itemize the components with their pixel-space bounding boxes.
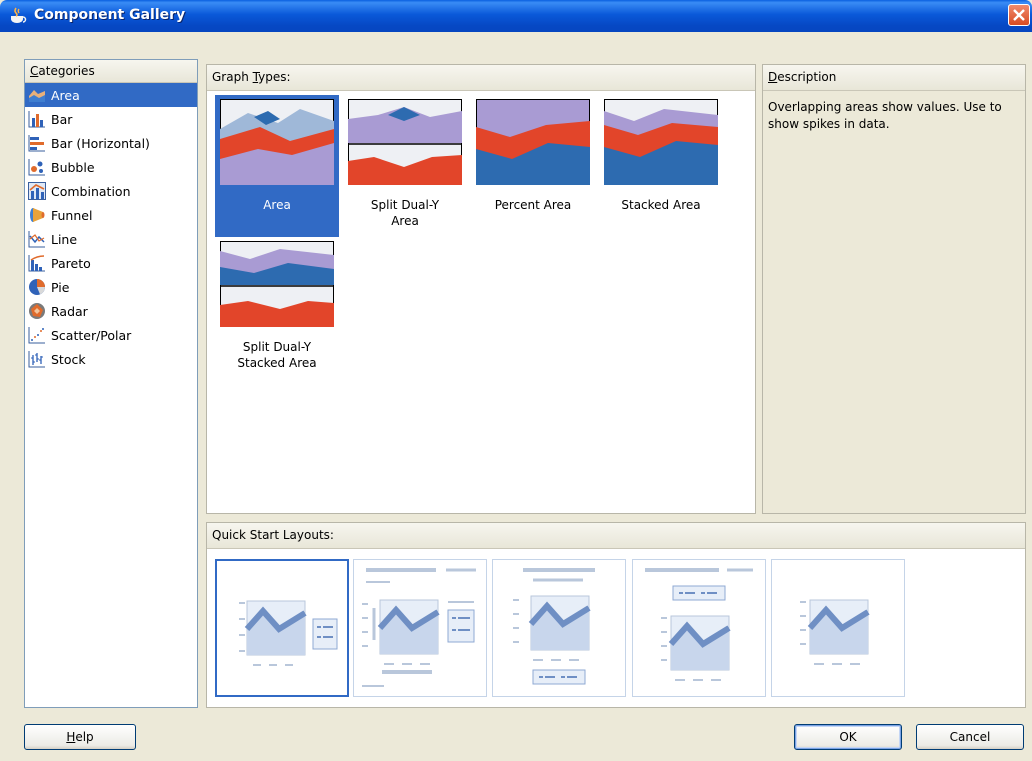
stock-chart-icon [28,351,45,368]
description-panel: Description Overlapping areas show value… [762,64,1026,514]
cancel-button[interactable]: Cancel [916,724,1024,750]
quick-start-layout-legend-right[interactable] [215,559,349,697]
graph-type-area[interactable]: Area [215,95,339,237]
category-label: Funnel [51,207,93,223]
category-bar[interactable]: Bar [25,107,197,131]
layout-thumbnail [362,568,476,687]
category-label: Pareto [51,255,91,271]
bubble-chart-icon [28,159,45,176]
graph-types-header-rest: ypes: [258,70,291,84]
description-header: Description [763,65,1025,91]
layout-thumbnail [800,599,870,665]
help-button[interactable]: Help [24,724,136,750]
graph-type-split-dual-y-stacked-area[interactable]: Split Dual-Y Stacked Area [215,237,339,379]
close-icon [1013,9,1025,21]
category-scatter-polar[interactable]: Scatter/Polar [25,323,197,347]
category-label: Bar [51,111,73,127]
ok-button[interactable]: OK [794,724,902,750]
category-label: Bubble [51,159,95,175]
pareto-chart-icon [28,255,45,272]
graph-type-label: Percent Area [494,198,572,212]
category-area[interactable]: Area [25,83,197,107]
categories-header: Categories [25,60,197,83]
layout-thumbnail [239,600,338,666]
category-label: Line [51,231,78,247]
quick-start-layout-chart-only[interactable] [771,559,905,697]
line-chart-icon [28,231,45,248]
pie-chart-icon [29,279,45,295]
quick-start-layout-title-legend-right-footer[interactable] [353,559,487,697]
category-bar-horizontal[interactable]: Bar (Horizontal) [25,131,197,155]
split-dual-y-area-thumbnail [348,99,462,185]
layout-thumbnail [513,568,595,685]
category-pie[interactable]: Pie [25,275,197,299]
dialog-body: Categories Area Bar Bar (Horizontal) Bub… [4,32,1028,757]
category-line[interactable]: Line [25,227,197,251]
graph-type-label: Area [263,198,291,212]
graph-type-stacked-area[interactable]: Stacked Area [599,95,723,237]
help-label-rest: elp [75,730,94,744]
categories-header-rest: ategories [38,64,95,78]
graph-type-label: Split Dual-Y Area [370,198,440,228]
combination-chart-icon [28,182,46,200]
category-label: Combination [51,183,131,199]
quick-start-layout-title-legend-top[interactable] [632,559,766,697]
category-label: Radar [51,303,88,319]
window-title: Component Gallery [34,7,186,23]
help-mnemonic: H [66,730,76,744]
description-header-rest: escription [777,70,837,84]
quick-start-header: Quick Start Layouts: [207,523,1025,549]
percent-area-thumbnail [476,99,590,185]
bar-chart-icon [28,111,45,128]
category-label: Stock [51,351,86,367]
category-label: Area [51,87,80,103]
categories-panel: Categories Area Bar Bar (Horizontal) Bub… [24,59,198,708]
horizontal-bar-chart-icon [28,135,45,152]
graph-type-percent-area[interactable]: Percent Area [471,95,595,237]
layout-thumbnail [645,568,753,681]
graph-types-header: Graph Types: [207,65,755,91]
graph-type-label: Split Dual-Y Stacked Area [237,340,317,370]
category-pareto[interactable]: Pareto [25,251,197,275]
area-chart-icon [29,90,45,102]
area-thumbnail [220,99,334,185]
category-stock[interactable]: Stock [25,347,197,371]
category-radar[interactable]: Radar [25,299,197,323]
graph-type-label: Stacked Area [621,198,701,212]
category-combination[interactable]: Combination [25,179,197,203]
categories-list: Area Bar Bar (Horizontal) Bubble Combina… [25,83,197,371]
category-label: Scatter/Polar [51,327,132,343]
stacked-area-thumbnail [604,99,718,185]
description-mnemonic: D [768,70,778,84]
java-cup-icon [11,7,27,23]
component-gallery-dialog: Component Gallery Categories Area Bar Ba… [0,0,1032,761]
category-bubble[interactable]: Bubble [25,155,197,179]
graph-types-panel: Graph Types: Area Split Dual-Y Area Perc… [206,64,756,514]
quick-start-panel: Quick Start Layouts: [206,522,1026,708]
split-dual-y-stacked-area-thumbnail [220,241,334,327]
quick-start-layout-title-legend-bottom[interactable] [492,559,626,697]
category-label: Bar (Horizontal) [51,135,150,151]
graph-type-split-dual-y-area[interactable]: Split Dual-Y Area [343,95,467,237]
radar-chart-icon [29,303,45,319]
graph-types-header-start: Graph [212,70,253,84]
title-bar[interactable]: Component Gallery [0,0,1032,32]
close-button[interactable] [1008,4,1030,26]
scatter-chart-icon [28,327,45,344]
description-text: Overlapping areas show values. Use to sh… [768,100,1002,131]
category-label: Pie [51,279,70,295]
funnel-chart-icon [30,208,45,222]
category-funnel[interactable]: Funnel [25,203,197,227]
